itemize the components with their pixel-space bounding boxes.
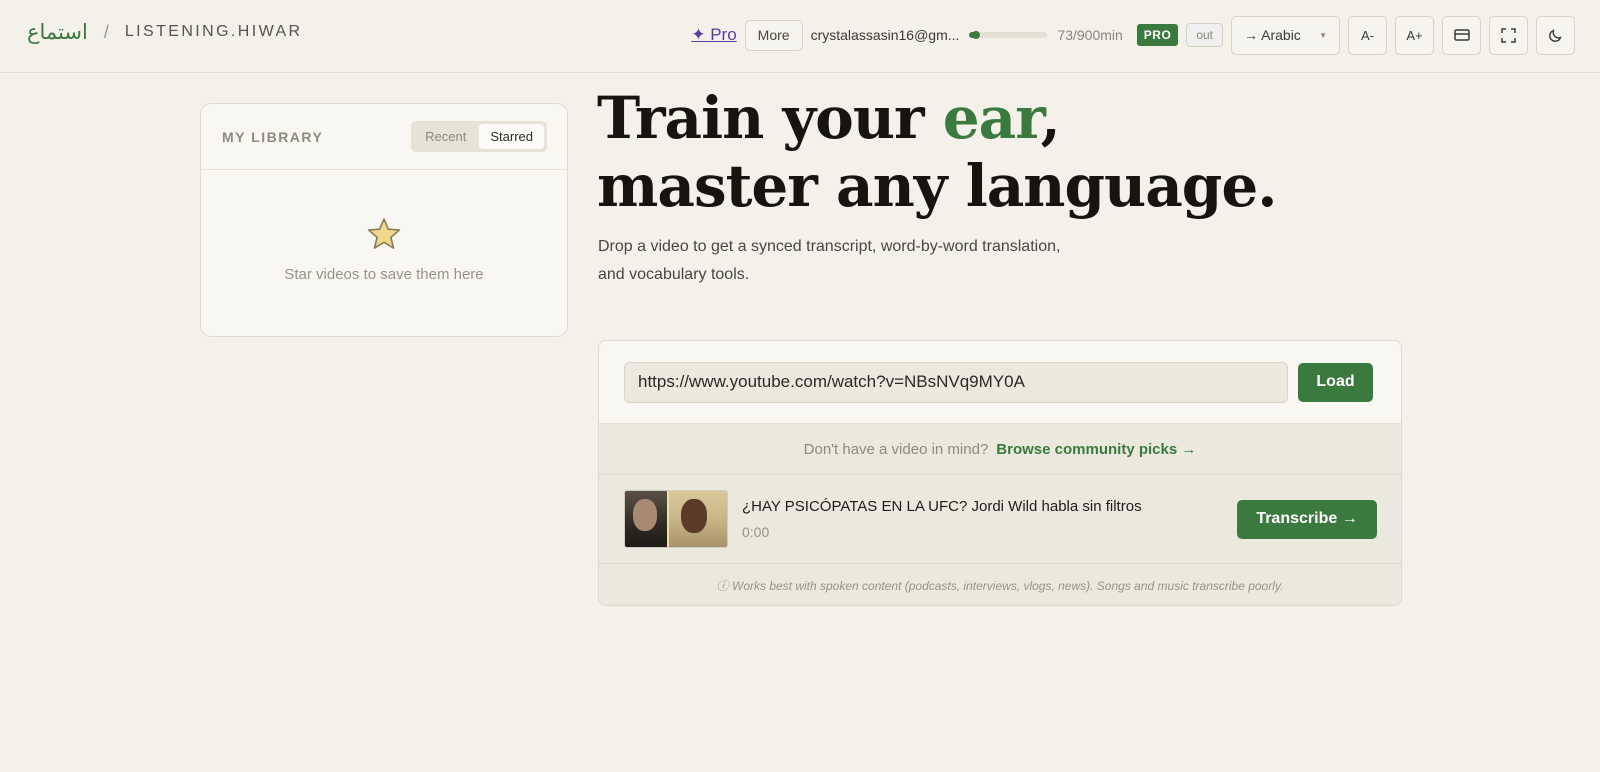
star-icon [367, 218, 401, 249]
video-thumbnail [624, 490, 728, 548]
hero-subtitle: Drop a video to get a synced transcript,… [598, 238, 1061, 283]
library-tabs: Recent Starred [411, 121, 547, 152]
thumbnail-left-person [625, 491, 667, 547]
hero-title-part1: Train your [597, 84, 943, 152]
user-email: crystalassasin16@gm... [810, 27, 960, 43]
font-decrease-button[interactable]: A- [1348, 15, 1387, 55]
library-empty-state: Star videos to save them here [201, 170, 567, 283]
library-header: MY LIBRARY Recent Starred [201, 104, 567, 170]
thumbnail-face-right [681, 499, 707, 533]
video-url-input[interactable] [624, 361, 1288, 403]
browse-row: Don't have a video in mind? Browse commu… [599, 424, 1401, 475]
subtitle-icon [1453, 29, 1470, 41]
my-library-panel: MY LIBRARY Recent Starred Star videos to… [200, 103, 568, 337]
usage-progress-bar [969, 31, 1048, 39]
fullscreen-button[interactable] [1489, 15, 1528, 55]
pro-badge: PRO [1136, 24, 1179, 46]
tab-starred[interactable]: Starred [479, 124, 544, 149]
tab-recent[interactable]: Recent [414, 124, 477, 149]
usage-progress-dot [971, 31, 980, 39]
logout-button[interactable]: out [1186, 23, 1223, 47]
video-duration: 0:00 [742, 524, 770, 540]
target-language-select[interactable]: → Arabic ▼ [1231, 15, 1340, 55]
dark-mode-button[interactable] [1536, 15, 1575, 55]
hero-title-accent: ear [942, 84, 1042, 152]
hero-title-line2: master any language. [597, 152, 1277, 220]
loaded-video-row: ¿HAY PSICÓPATAS EN LA UFC? Jordi Wild ha… [599, 475, 1401, 564]
subtitle-toggle-button[interactable] [1442, 15, 1481, 55]
load-button[interactable]: Load [1298, 362, 1373, 402]
hero-title-part2: , [1040, 84, 1061, 152]
pro-link[interactable]: ✦ Pro [691, 25, 736, 45]
video-title: ¿HAY PSICÓPATAS EN LA UFC? Jordi Wild ha… [742, 498, 1142, 515]
brand-separator: / [103, 21, 109, 42]
browse-question: Don't have a video in mind? [803, 440, 989, 458]
usage-minutes: 73/900min [1057, 27, 1123, 43]
hero-title: Train your ear, master any language. [597, 84, 1277, 220]
browse-community-link[interactable]: Browse community picks → [996, 441, 1196, 458]
header-controls: ✦ Pro More crystalassasin16@gm... 73/900… [691, 15, 1575, 55]
library-empty-text: Star videos to save them here [284, 266, 484, 283]
chevron-down-icon: ▼ [1319, 30, 1327, 40]
target-language-value: → Arabic [1244, 27, 1301, 43]
content-note: ⓘ Works best with spoken content (podcas… [716, 578, 1284, 593]
library-title: MY LIBRARY [222, 128, 324, 145]
brand-name: LISTENING.HIWAR [124, 23, 303, 40]
top-bar: استماع / LISTENING.HIWAR ✦ Pro More crys… [0, 0, 1600, 73]
more-button[interactable]: More [744, 19, 803, 51]
brand[interactable]: استماع / LISTENING.HIWAR [27, 20, 303, 44]
thumbnail-right-person [667, 491, 727, 547]
fullscreen-icon [1501, 27, 1516, 43]
url-row: Load [599, 341, 1401, 424]
font-increase-button[interactable]: A+ [1395, 15, 1434, 55]
thumbnail-face-left [633, 499, 657, 531]
video-loader-card: Load Don't have a video in mind? Browse … [598, 340, 1402, 606]
video-info: ¿HAY PSICÓPATAS EN LA UFC? Jordi Wild ha… [742, 498, 1237, 540]
transcribe-button[interactable]: Transcribe → [1237, 499, 1377, 539]
brand-arabic-logo: استماع [27, 20, 88, 44]
moon-icon [1549, 28, 1562, 42]
